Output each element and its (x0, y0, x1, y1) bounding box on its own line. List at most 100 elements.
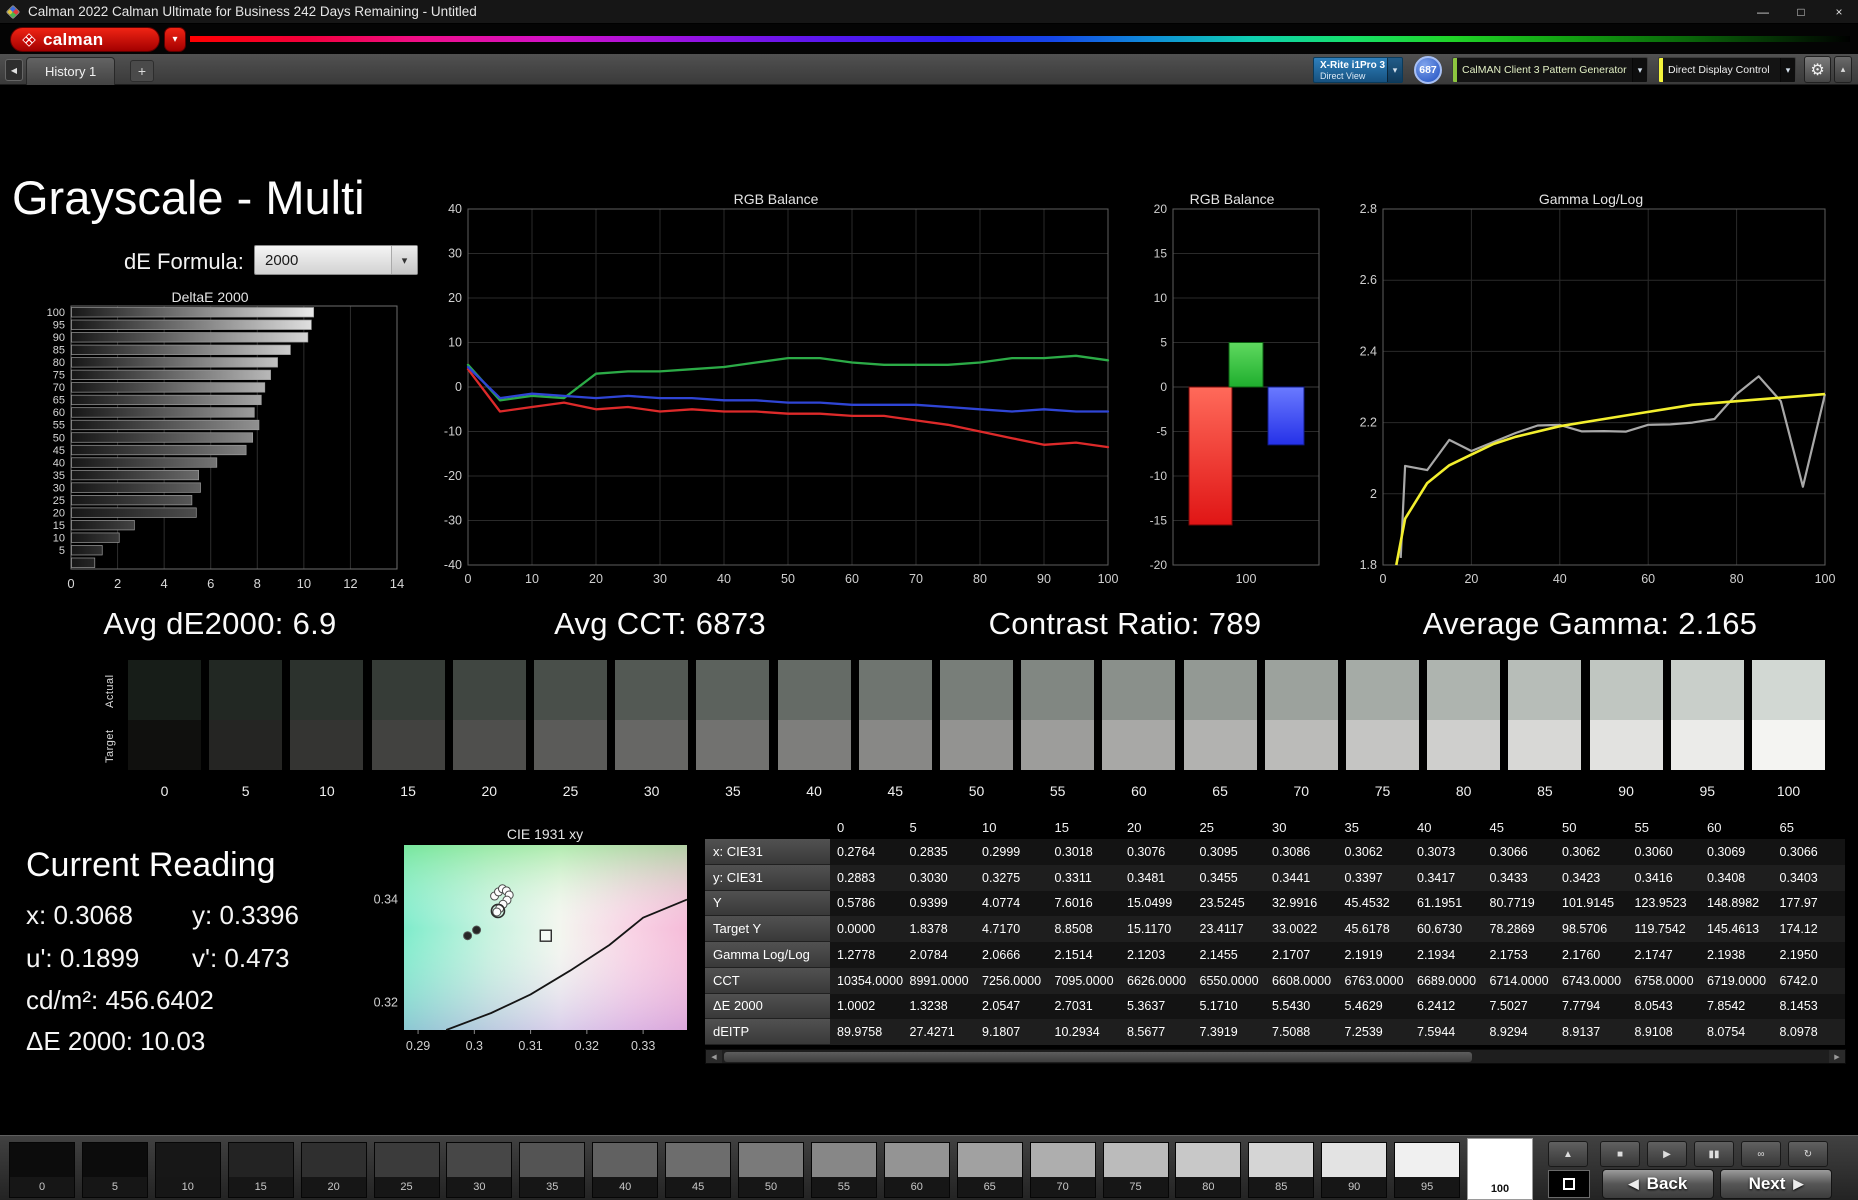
table-cell: 0.3018 (1047, 839, 1120, 865)
pattern-refresh-button[interactable]: ↻ (1788, 1141, 1828, 1167)
pattern-stop-button[interactable]: ■ (1600, 1141, 1640, 1167)
pattern-tile-0[interactable]: 0 (9, 1142, 75, 1198)
table-cell: 174.12 (1772, 916, 1845, 942)
swatch-actual-color (290, 660, 364, 720)
table-cell: 2.0666 (975, 942, 1048, 968)
next-button[interactable]: Next ▶ (1720, 1169, 1832, 1199)
back-button[interactable]: ◀ Back (1602, 1169, 1714, 1199)
svg-text:12: 12 (343, 576, 357, 591)
pattern-tile-label: 60 (884, 1177, 949, 1197)
pattern-loop-button[interactable]: ∞ (1741, 1141, 1781, 1167)
table-cell: 0.3062 (1555, 839, 1628, 865)
stat-avg-de2000: Avg dE2000: 6.9 (103, 606, 337, 641)
pattern-tile-25[interactable]: 25 (373, 1142, 440, 1198)
pattern-tile-30[interactable]: 30 (446, 1142, 513, 1198)
swatch-level-label: 30 (643, 783, 660, 799)
svg-text:0.33: 0.33 (631, 1039, 655, 1053)
pattern-tile-80[interactable]: 80 (1175, 1142, 1242, 1198)
table-cell: 6550.0000 (1192, 967, 1265, 994)
swatch-actual-color (1264, 660, 1338, 720)
table-cell: 2.7031 (1047, 993, 1120, 1020)
table-row: CCT 10354.0000 8991.0000 7256.0000 7095.0000… (705, 967, 1846, 994)
layout-corner-button[interactable]: ▴ (1834, 56, 1852, 83)
grayscale-swatch-60 (1102, 660, 1176, 770)
table-cell: 0.3455 (1192, 864, 1265, 891)
svg-text:30: 30 (53, 482, 65, 494)
table-cell: 0.3030 (902, 864, 975, 891)
pattern-tile-90[interactable]: 90 (1321, 1142, 1388, 1198)
minimize-button[interactable]: — (1744, 0, 1782, 24)
pattern-tile-50[interactable]: 50 (738, 1142, 804, 1198)
grayscale-swatch-0 (128, 660, 201, 770)
chevron-down-icon[interactable]: ▾ (1632, 58, 1647, 82)
table-row-label: CCT (705, 967, 830, 994)
pattern-tile-55[interactable]: 55 (810, 1142, 877, 1198)
swatch-target-color (1346, 720, 1419, 770)
grayscale-swatch-45 (858, 660, 932, 770)
close-button[interactable]: × (1820, 0, 1858, 24)
pattern-up-button[interactable]: ▲ (1548, 1141, 1588, 1167)
table-cell: 6689.0000 (1410, 967, 1483, 994)
display-control-button[interactable]: Direct Display Control ▾ (1658, 57, 1796, 83)
pattern-tile-5[interactable]: 5 (81, 1142, 148, 1198)
de-formula-select[interactable]: 2000 ▾ (254, 245, 418, 275)
settings-gear-button[interactable]: ⚙ (1804, 56, 1831, 83)
table-column-header: 0 (837, 819, 845, 835)
pattern-tile-40[interactable]: 40 (592, 1142, 659, 1198)
swatch-actual-color (1102, 660, 1176, 720)
svg-text:10: 10 (1154, 291, 1168, 305)
meter-device-button[interactable]: X-Rite i1Pro 3 Direct View ▾ (1313, 57, 1403, 83)
table-row: Gamma Log/Log 1.2778 2.0784 2.0666 2.1514 2.1… (705, 942, 1846, 968)
svg-text:0: 0 (1380, 572, 1387, 586)
swatch-actual-color (1427, 660, 1501, 720)
pattern-tile-15[interactable]: 15 (227, 1142, 294, 1198)
pattern-tile-20[interactable]: 20 (300, 1142, 367, 1198)
swatch-level-label: 95 (1699, 783, 1716, 799)
pattern-tile-100[interactable]: 100 (1467, 1138, 1533, 1200)
pattern-tile-85[interactable]: 85 (1248, 1142, 1315, 1198)
pattern-tile-70[interactable]: 70 (1029, 1142, 1096, 1198)
table-cell: 23.5245 (1192, 890, 1265, 917)
pattern-window-button[interactable] (1548, 1170, 1590, 1198)
calman-menu-button[interactable]: calman (10, 27, 160, 52)
table-cell: 0.3481 (1120, 864, 1193, 891)
table-column-header: 25 (1199, 819, 1214, 835)
pattern-swatch (82, 1143, 147, 1177)
pattern-tile-10[interactable]: 10 (154, 1142, 221, 1198)
pattern-tile-35[interactable]: 35 (519, 1142, 586, 1198)
svg-text:-10: -10 (1150, 469, 1168, 483)
swatch-actual-color (1589, 660, 1663, 720)
calman-menu-dropdown[interactable]: ▾ (164, 27, 186, 52)
table-cell: 4.7170 (975, 916, 1048, 942)
swatch-actual-color (940, 660, 1013, 720)
collapse-panel-button[interactable]: ◀ (5, 59, 23, 81)
table-cell: 0.3069 (1700, 839, 1773, 865)
chevron-down-icon[interactable]: ▾ (1387, 58, 1402, 82)
table-cell: 0.3441 (1265, 864, 1338, 891)
maximize-button[interactable]: □ (1782, 0, 1820, 24)
pattern-tile-65[interactable]: 65 (956, 1142, 1023, 1198)
pattern-tile-75[interactable]: 75 (1102, 1142, 1169, 1198)
pattern-generator-button[interactable]: CalMAN Client 3 Pattern Generator ▾ (1452, 57, 1648, 83)
table-cell: 0.3397 (1337, 864, 1410, 891)
table-row: Target Y 0.0000 1.8378 4.7170 8.8508 15.1170 2… (705, 916, 1846, 942)
scrollbar-thumb[interactable] (724, 1051, 1472, 1062)
scroll-right-button[interactable]: ▶ (1829, 1050, 1845, 1063)
chevron-down-icon[interactable]: ▾ (1780, 58, 1795, 82)
svg-text:25: 25 (53, 495, 65, 507)
svg-text:45: 45 (53, 445, 65, 457)
pattern-tile-95[interactable]: 95 (1394, 1142, 1461, 1198)
swatch-target-color (615, 720, 689, 770)
pattern-tile-60[interactable]: 60 (883, 1142, 950, 1198)
add-tab-button[interactable]: + (130, 60, 154, 82)
reading-y: y: 0.3396 (192, 900, 299, 930)
de-formula-label: dE Formula: (124, 249, 244, 274)
table-scrollbar[interactable]: ◀ ▶ (705, 1049, 1846, 1064)
tab-history-1[interactable]: History 1 (26, 57, 116, 85)
pattern-play-button[interactable]: ▶ (1647, 1141, 1687, 1167)
table-cell: 33.0022 (1265, 916, 1338, 942)
scroll-left-button[interactable]: ◀ (706, 1050, 722, 1063)
pattern-swatch (1468, 1139, 1532, 1179)
pattern-pause-button[interactable]: ▮▮ (1694, 1141, 1734, 1167)
pattern-tile-45[interactable]: 45 (665, 1142, 732, 1198)
